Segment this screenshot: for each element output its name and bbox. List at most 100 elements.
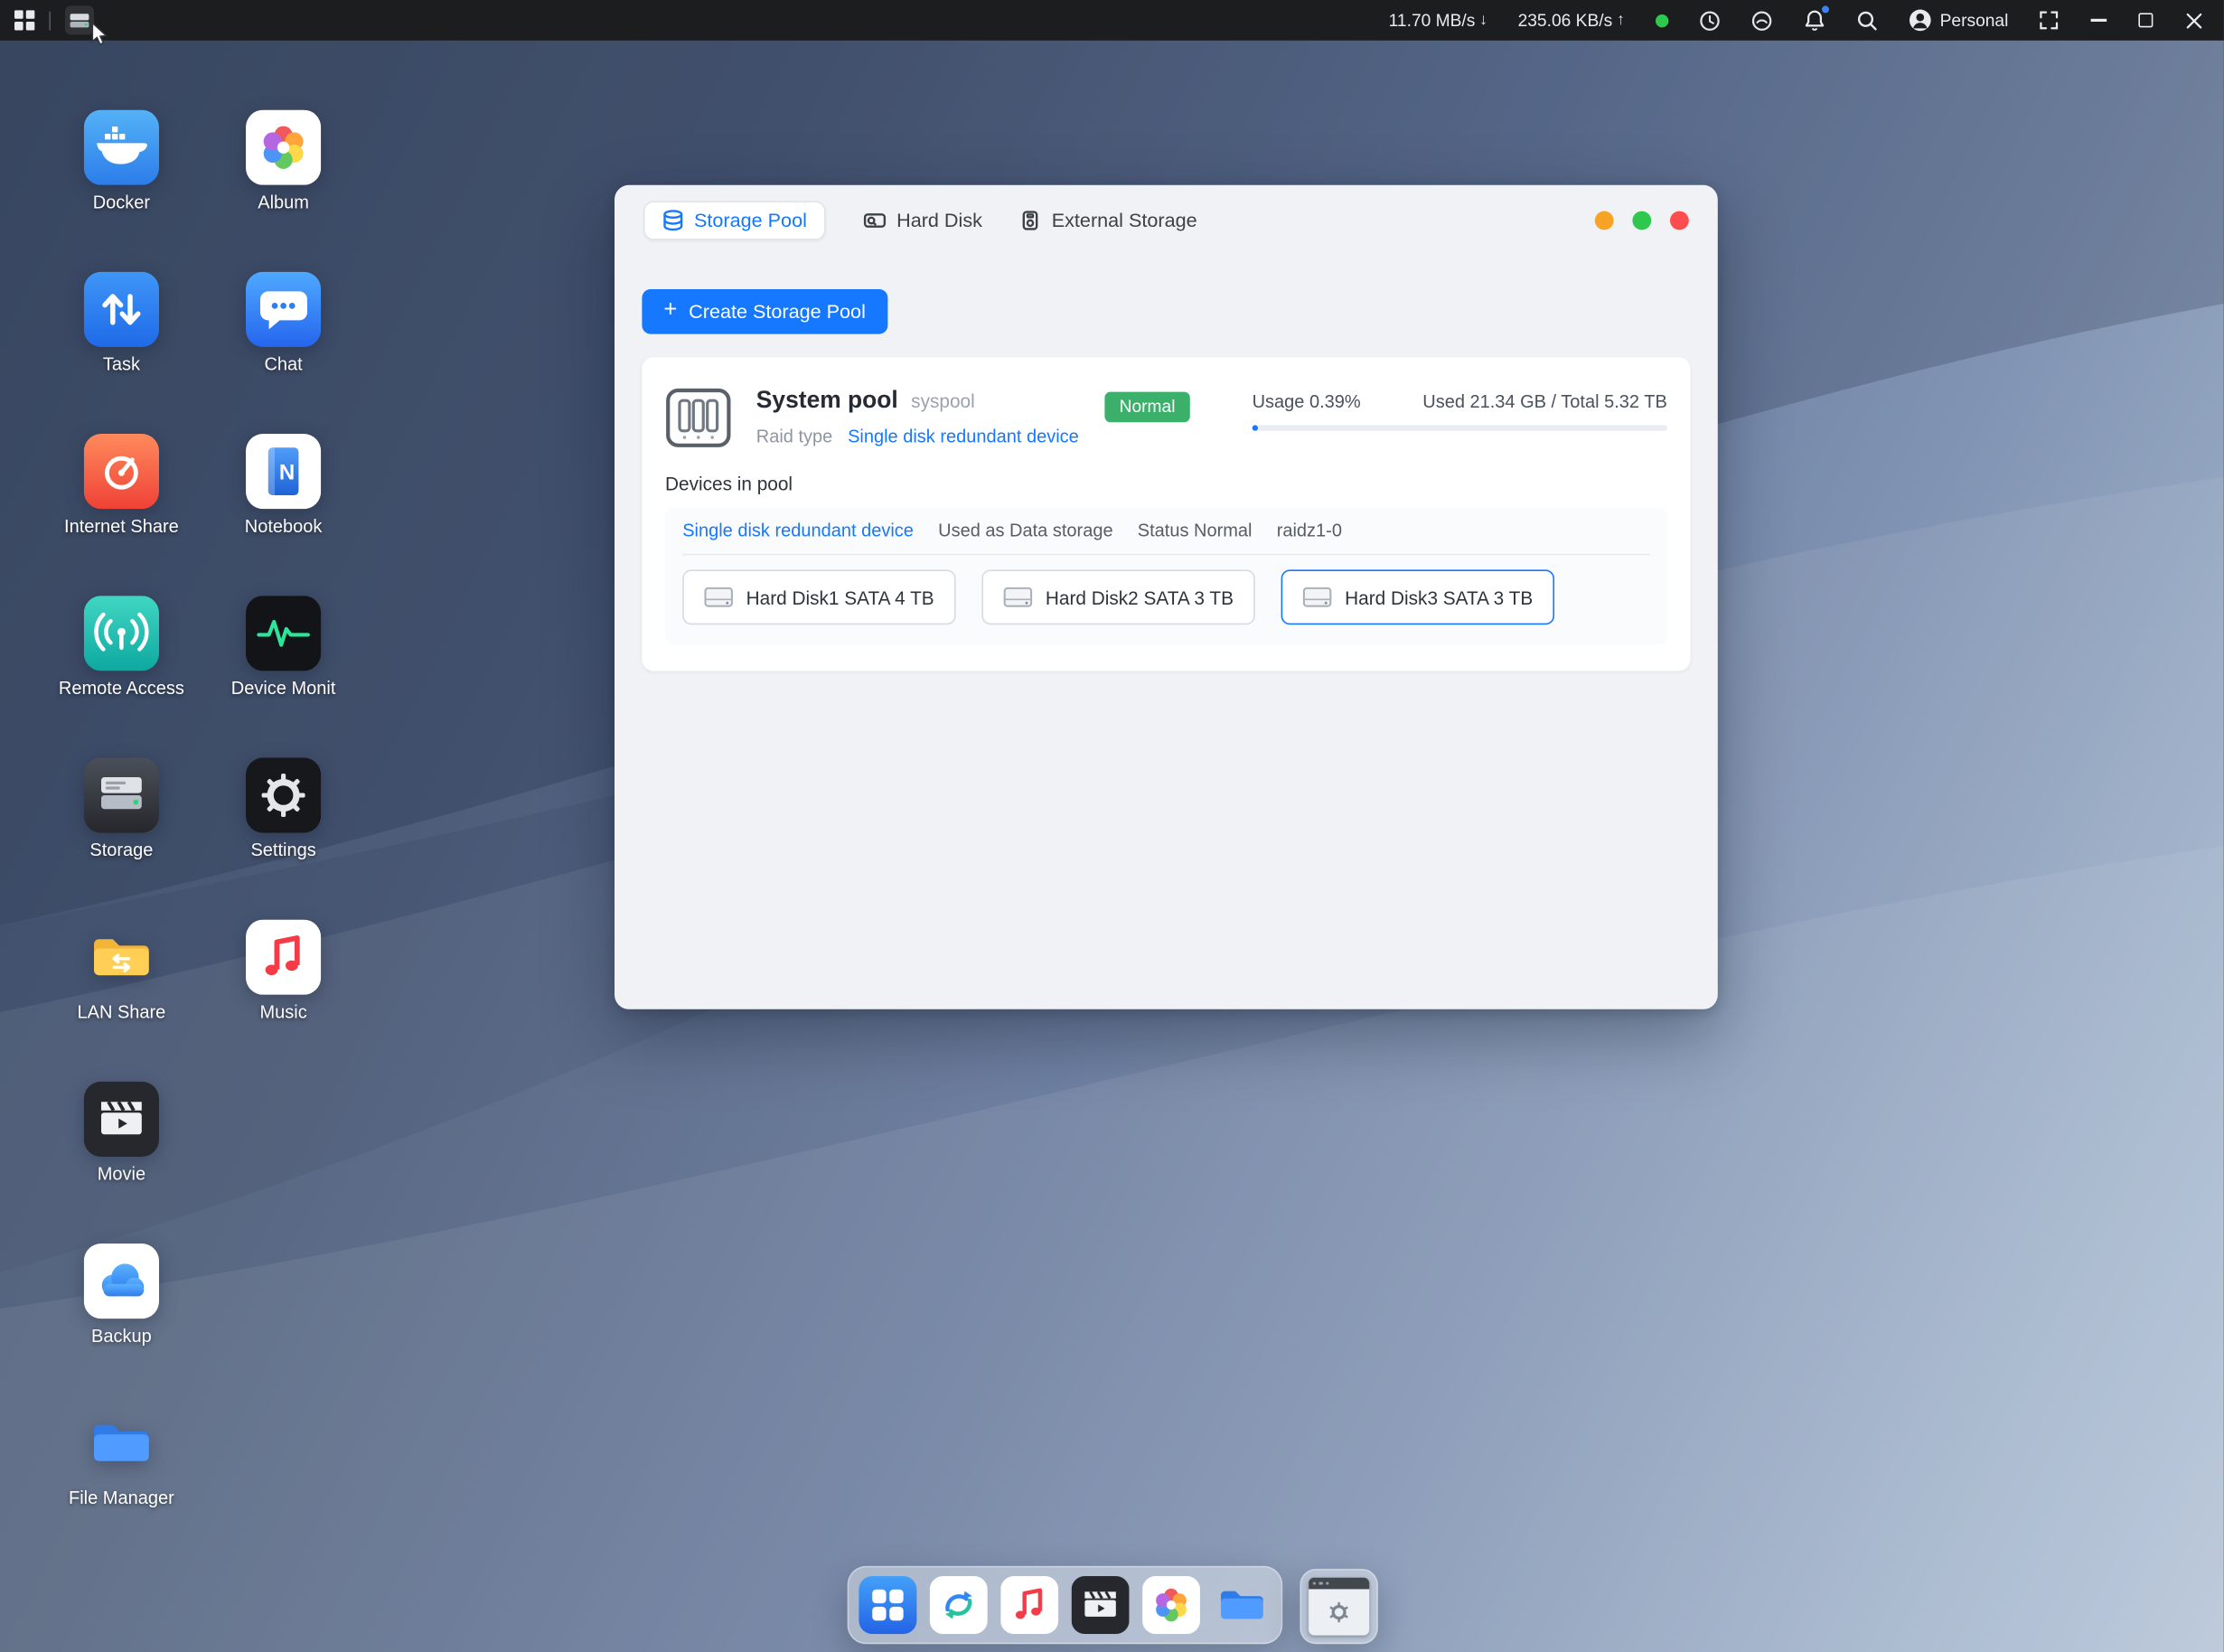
desktop-item-backup[interactable]: Backup <box>84 1244 159 1347</box>
gauge-icon[interactable] <box>1750 9 1772 31</box>
raid-type-link[interactable]: Single disk redundant device <box>848 427 1079 446</box>
app-store-icon <box>929 1576 987 1634</box>
user-avatar-icon <box>1908 9 1931 33</box>
backup-icon <box>84 1244 159 1319</box>
external-storage-icon <box>1020 210 1042 231</box>
create-storage-pool-button[interactable]: + Create Storage Pool <box>642 289 887 334</box>
group-used-as: Used as Data storage <box>938 521 1112 540</box>
desktop-item-file-manager[interactable]: File Manager <box>69 1405 174 1509</box>
window-tab-bar: Storage Pool Hard Disk External Storage <box>615 185 1718 252</box>
desktop-item-label: Internet Share <box>64 516 179 538</box>
desktop-item-storage[interactable]: Storage <box>84 757 159 861</box>
desktop-item-label: File Manager <box>69 1488 174 1509</box>
group-status: Status Normal <box>1138 521 1253 540</box>
desktop-item-movie[interactable]: Movie <box>84 1082 159 1186</box>
search-icon[interactable] <box>1856 9 1878 31</box>
minimize-icon[interactable] <box>2091 19 2107 21</box>
start-menu-icon[interactable] <box>14 10 34 30</box>
taskbar-divider <box>49 11 51 30</box>
desktop-item-label: Chat <box>264 354 302 376</box>
docker-icon <box>84 110 159 185</box>
chat-icon <box>246 272 321 347</box>
tab-label: Storage Pool <box>694 210 807 231</box>
task-icon <box>84 272 159 347</box>
clock-icon[interactable] <box>1698 9 1720 31</box>
desktop-item-remote-access[interactable]: Remote Access <box>59 596 184 699</box>
music-icon <box>246 920 321 995</box>
hard-drive-icon <box>704 587 733 607</box>
notifications-bell-icon[interactable] <box>1803 9 1826 33</box>
dock-bar <box>847 1566 1282 1644</box>
dock-item-app-store[interactable] <box>929 1576 987 1634</box>
desktop-item-label: Movie <box>98 1164 145 1186</box>
close-icon[interactable] <box>2185 11 2204 30</box>
fullscreen-icon[interactable] <box>2039 10 2059 30</box>
window-preview-thumbnail <box>1308 1578 1368 1636</box>
usage-percent-label: Usage 0.39% <box>1253 392 1361 412</box>
remote-access-icon <box>84 596 159 671</box>
dock-item-file-manager[interactable] <box>1213 1576 1271 1634</box>
download-arrow-icon: ↓ <box>1479 12 1487 29</box>
usage-progress <box>1253 425 1667 430</box>
desktop-item-label: Album <box>258 192 309 214</box>
maximize-icon[interactable] <box>2138 13 2153 27</box>
disk-chip-2[interactable]: Hard Disk2 SATA 3 TB <box>981 569 1254 624</box>
raid-group-panel: Single disk redundant device Used as Dat… <box>665 508 1667 645</box>
dock-item-settings-window-preview[interactable] <box>1300 1569 1377 1644</box>
disk-label: Hard Disk1 SATA 4 TB <box>746 587 934 608</box>
settings-icon <box>246 757 321 832</box>
tab-external-storage[interactable]: External Storage <box>1020 202 1197 239</box>
desktop-item-lan-share[interactable]: LAN Share <box>77 920 165 1024</box>
usage-progress-fill <box>1253 425 1258 430</box>
desktop-item-chat[interactable]: Chat <box>246 272 321 376</box>
devices-in-pool-heading: Devices in pool <box>665 473 1667 494</box>
desktop-item-settings[interactable]: Settings <box>246 757 321 861</box>
disk-list: Hard Disk1 SATA 4 TB Hard Disk2 SATA 3 T… <box>682 569 1649 624</box>
pool-status-badge: Normal <box>1105 392 1190 423</box>
tab-hard-disk[interactable]: Hard Disk <box>863 202 982 239</box>
desktop-item-label: Settings <box>250 840 315 862</box>
status-dot-icon[interactable] <box>1655 14 1667 26</box>
raid-type-label: Raid type <box>756 427 833 446</box>
storage-pool-card: System pool syspool Raid type Single dis… <box>642 357 1690 671</box>
desktop-item-task[interactable]: Task <box>84 272 159 376</box>
desktop-item-internet-share[interactable]: Internet Share <box>64 434 179 538</box>
group-raid-id: raidz1-0 <box>1277 521 1342 540</box>
launcher-icon <box>859 1576 916 1634</box>
desktop-item-label: Backup <box>91 1326 152 1347</box>
movie-icon <box>84 1082 159 1157</box>
preview-content <box>1308 1589 1368 1635</box>
disk-label: Hard Disk3 SATA 3 TB <box>1345 587 1533 608</box>
movie-icon <box>1071 1576 1129 1634</box>
hard-drive-icon <box>1303 587 1332 607</box>
desktop-item-device-monitor[interactable]: Device Monit <box>231 596 336 699</box>
storage-app-window: Storage Pool Hard Disk External Storage <box>615 185 1718 1009</box>
album-icon <box>246 110 321 185</box>
album-icon <box>1141 1576 1199 1634</box>
desktop-root: 11.70 MB/s↓ 235.06 KB/s↑ <box>0 0 2224 1652</box>
desktop-item-docker[interactable]: Docker <box>84 110 159 214</box>
dock <box>0 1566 2224 1644</box>
window-minimize-dot[interactable] <box>1595 211 1614 230</box>
dock-item-launcher[interactable] <box>859 1576 916 1634</box>
account-menu[interactable]: Personal <box>1908 9 2008 33</box>
window-close-dot[interactable] <box>1670 211 1689 230</box>
tab-storage-pool[interactable]: Storage Pool <box>643 201 826 239</box>
taskbar-storage-app-icon[interactable] <box>65 5 94 34</box>
account-label: Personal <box>1940 10 2009 30</box>
window-maximize-dot[interactable] <box>1632 211 1651 230</box>
disk-chip-1[interactable]: Hard Disk1 SATA 4 TB <box>682 569 955 624</box>
raid-group-meta: Single disk redundant device Used as Dat… <box>682 521 1649 555</box>
desktop-item-notebook[interactable]: Notebook <box>245 434 323 538</box>
dock-item-music[interactable] <box>999 1576 1057 1634</box>
upload-arrow-icon: ↑ <box>1617 12 1625 29</box>
disk-chip-3[interactable]: Hard Disk3 SATA 3 TB <box>1281 569 1554 624</box>
group-raid-type[interactable]: Single disk redundant device <box>682 521 914 540</box>
dock-item-album[interactable] <box>1141 1576 1199 1634</box>
storage-icon <box>84 757 159 832</box>
desktop-item-album[interactable]: Album <box>246 110 321 214</box>
desktop-item-music[interactable]: Music <box>246 920 321 1024</box>
dock-item-movie[interactable] <box>1071 1576 1129 1634</box>
pool-name: System pool <box>756 388 898 415</box>
network-upload-speed: 235.06 KB/s↑ <box>1518 10 1625 30</box>
